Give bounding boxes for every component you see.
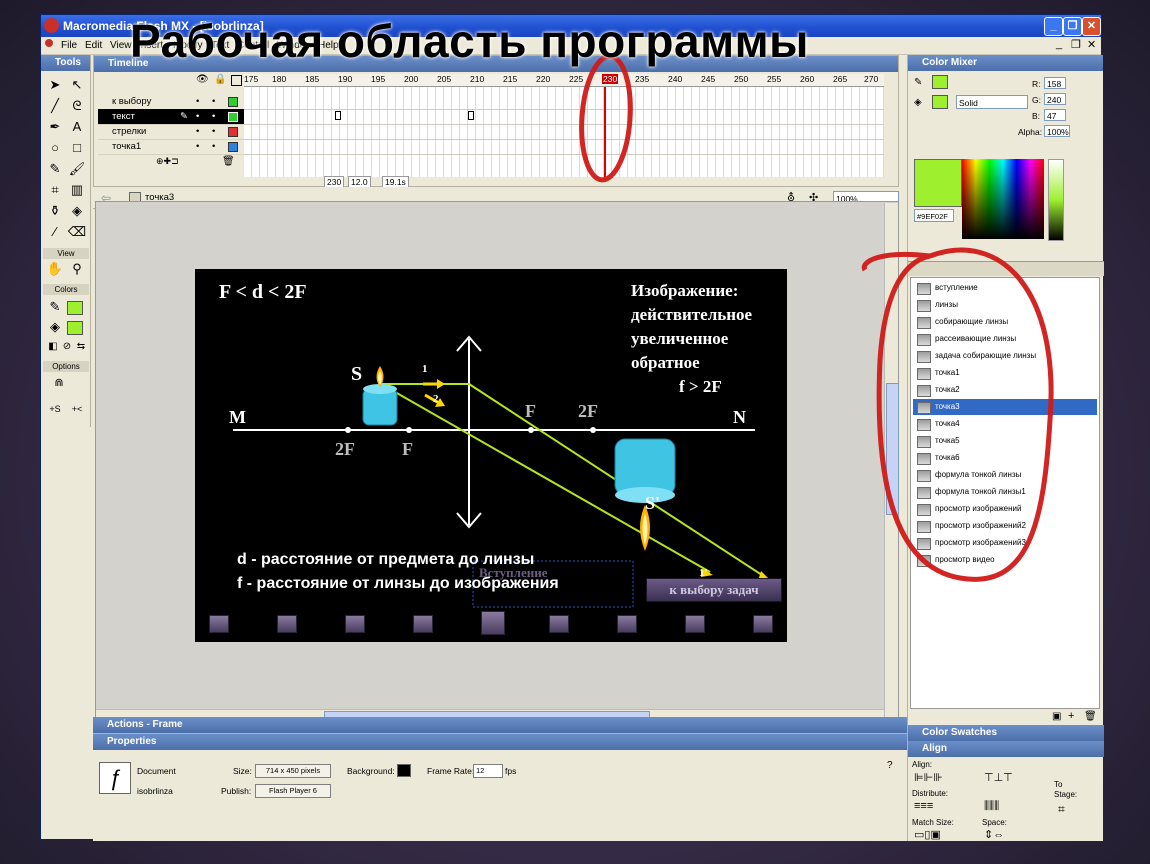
red-annotation-library — [861, 247, 1054, 582]
annotation-layer — [579, 53, 1054, 582]
red-annotation-timeline — [579, 53, 633, 183]
slide-title: Рабочая область программы — [130, 15, 809, 67]
